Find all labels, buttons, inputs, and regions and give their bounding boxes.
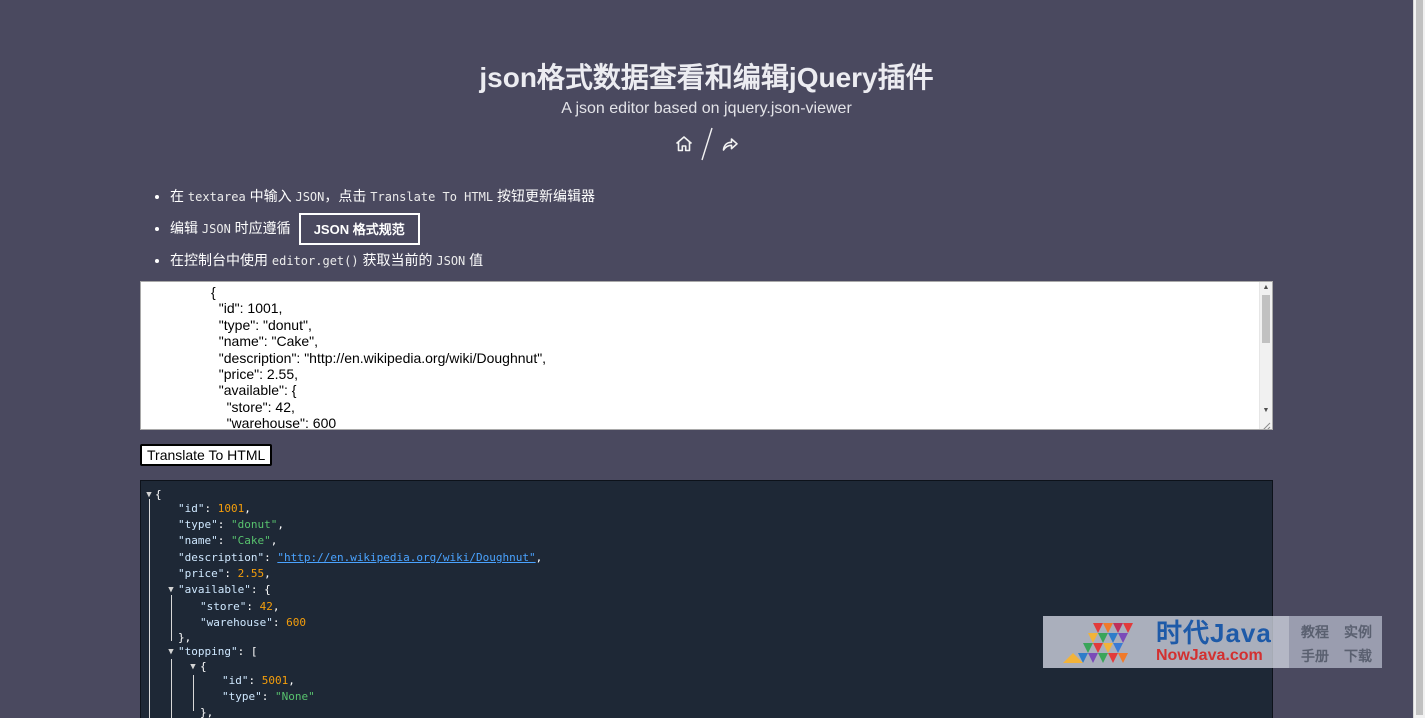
json-key: "store" (200, 600, 247, 613)
tree-guide-line (171, 659, 172, 718)
json-number: 1001 (217, 502, 245, 515)
json-input-container: { "id": 1001, "type": "donut", "name": "… (140, 281, 1273, 430)
json-line: "warehouse": 600 (200, 616, 306, 629)
tip-text: 值 (465, 252, 484, 268)
json-line: "topping": [ (178, 645, 258, 658)
tip-text: 在控制台中使用 (170, 252, 272, 268)
json-key: "available" (178, 583, 251, 596)
tip-item-translate: 在 textarea 中输入 JSON，点击 Translate To HTML… (170, 180, 595, 212)
tree-guide-line (193, 675, 194, 711)
tip-code: Translate To HTML (370, 190, 494, 204)
tip-code: JSON (295, 190, 325, 204)
textarea-scrollbar-thumb[interactable] (1262, 295, 1270, 343)
json-url-link[interactable]: "http://en.wikipedia.org/wiki/Doughnut" (277, 551, 535, 564)
json-line: "description": "http://en.wikipedia.org/… (178, 551, 543, 564)
json-number: 5001 (261, 674, 289, 687)
watermark-menu-item[interactable]: 实例 (1344, 622, 1372, 642)
json-key: "type" (222, 690, 262, 703)
tips-list: 在 textarea 中输入 JSON，点击 Translate To HTML… (150, 180, 595, 276)
page-scrollbar[interactable] (1413, 0, 1425, 718)
watermark-menu-item[interactable]: 教程 (1301, 622, 1329, 642)
json-line: "price": 2.55, (178, 567, 271, 580)
resize-handle-icon[interactable] (1261, 418, 1271, 429)
collapse-toggle-icon[interactable]: ▼ (166, 582, 176, 598)
collapse-toggle-icon[interactable]: ▼ (188, 659, 198, 675)
tip-text: ，点击 (324, 188, 371, 204)
tip-text: 获取当前的 (358, 252, 437, 268)
json-key: "id" (222, 674, 249, 687)
tip-text: 按钮更新编辑器 (493, 188, 595, 204)
json-line: "type": "None" (222, 690, 315, 703)
watermark-brand: 时代Java (1156, 618, 1272, 648)
collapse-toggle-icon[interactable]: ▼ (144, 487, 154, 503)
json-input-textarea[interactable]: { "id": 1001, "type": "donut", "name": "… (141, 282, 1261, 429)
json-spec-button[interactable]: JSON 格式规范 (298, 213, 420, 246)
json-string: "None" (275, 690, 315, 703)
watermark-menu-item[interactable]: 手册 (1301, 646, 1329, 666)
tree-guide-line (171, 595, 172, 641)
tip-code: JSON (436, 254, 466, 268)
json-brace: }, (200, 706, 214, 718)
header-nav (0, 126, 1413, 162)
json-line: { (200, 659, 207, 675)
watermark-logo-icon (1063, 623, 1133, 663)
collapse-toggle-icon[interactable]: ▼ (166, 644, 176, 660)
json-number: 42 (259, 600, 273, 613)
tip-text: 中输入 (245, 188, 296, 204)
tip-item-console: 在控制台中使用 editor.get() 获取当前的 JSON 值 (170, 244, 595, 276)
translate-to-html-button[interactable]: Translate To HTML (140, 444, 273, 466)
scroll-up-arrow-icon[interactable]: ▲ (1260, 282, 1272, 294)
json-brace: { (200, 660, 207, 673)
json-line: "store": 42, (200, 600, 280, 613)
json-bracket: [ (250, 645, 258, 658)
site-watermark[interactable]: 时代Java NowJava.com 教程 实例 手册 下载 (1043, 616, 1382, 668)
json-string: "donut" (231, 518, 278, 531)
scroll-down-arrow-icon[interactable]: ▼ (1260, 405, 1272, 417)
tip-item-format: 编辑 JSON 时应遵循 JSON 格式规范 (170, 212, 595, 246)
page-title: json格式数据查看和编辑jQuery插件 (479, 62, 934, 93)
json-key: "topping" (178, 645, 238, 658)
json-string: "Cake" (231, 534, 271, 547)
page-scrollbar-thumb[interactable] (1416, 0, 1423, 715)
tree-guide-line (149, 499, 150, 718)
json-line: "id": 1001, (178, 502, 251, 515)
json-key: "type" (178, 518, 218, 531)
json-key: "warehouse" (200, 616, 273, 629)
tip-text: 在 (170, 188, 188, 204)
json-number: 600 (286, 616, 306, 629)
json-viewer: ▼ { "id": 1001, "type": "donut", "name":… (140, 480, 1273, 718)
json-line: "available": { (178, 583, 271, 596)
watermark-domain: NowJava.com (1156, 647, 1263, 664)
tip-text: 编辑 (170, 220, 202, 236)
tip-code: textarea (187, 190, 246, 204)
json-key: "name" (178, 534, 218, 547)
textarea-scrollbar[interactable]: ▲ ▼ (1259, 282, 1272, 429)
site-header: json格式数据查看和编辑jQuery插件 A json editor base… (0, 58, 1413, 162)
json-key: "description" (178, 551, 265, 564)
json-brace: { (155, 488, 162, 501)
json-line: "id": 5001, (222, 674, 295, 687)
json-key: "price" (178, 567, 225, 580)
json-line: { (155, 487, 162, 503)
json-key: "id" (178, 502, 205, 515)
json-brace: }, (178, 631, 192, 644)
json-line: "name": "Cake", (178, 534, 278, 547)
tip-code: editor.get() (271, 254, 359, 268)
watermark-menu: 教程 实例 手册 下载 (1289, 616, 1382, 668)
tip-code: JSON (201, 222, 231, 236)
json-line: }, (200, 705, 213, 718)
json-line: "type": "donut", (178, 518, 284, 531)
home-icon[interactable] (671, 131, 697, 157)
nav-divider (697, 126, 717, 162)
tip-text: 时应遵循 (230, 220, 291, 236)
watermark-menu-item[interactable]: 下载 (1344, 646, 1372, 666)
share-icon[interactable] (717, 131, 743, 157)
json-number: 2.55 (237, 567, 265, 580)
page-subtitle: A json editor based on jquery.json-viewe… (561, 100, 852, 117)
